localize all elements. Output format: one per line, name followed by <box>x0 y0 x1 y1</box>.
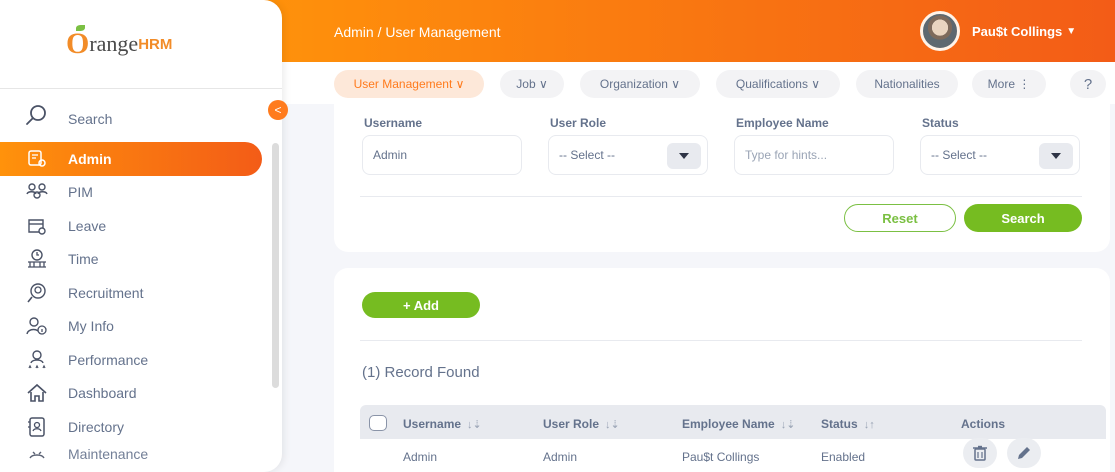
search-icon <box>24 102 50 128</box>
column-label: Employee Name <box>682 417 775 431</box>
column-status[interactable]: Status ↓↑ <box>821 417 875 431</box>
user-dropdown[interactable]: Pau$t Collings ▼ <box>920 8 1104 54</box>
maintenance-icon <box>26 444 48 464</box>
sidebar: O range HRM Search Admin PIM Leave Time … <box>0 0 282 472</box>
sidebar-divider <box>0 88 282 89</box>
leave-icon <box>26 215 48 237</box>
select-all-checkbox[interactable] <box>369 415 387 431</box>
cell-employee-name: Pau$t Collings <box>682 450 760 464</box>
edit-button[interactable] <box>1007 438 1041 468</box>
sidebar-search[interactable]: Search <box>0 96 282 134</box>
caret-down-icon: ▼ <box>1066 25 1077 37</box>
column-username[interactable]: Username ↓⇣ <box>403 417 482 431</box>
status-label: Status <box>922 116 959 130</box>
performance-icon <box>26 349 48 371</box>
time-icon <box>26 248 48 270</box>
sidebar-item-leave[interactable]: Leave <box>0 209 282 243</box>
sidebar-item-directory[interactable]: Directory <box>0 410 282 444</box>
orangehrm-logo[interactable]: O range HRM <box>0 0 282 88</box>
column-employee-name[interactable]: Employee Name ↓⇣ <box>682 417 795 431</box>
sidebar-item-pim[interactable]: PIM <box>0 176 282 210</box>
pencil-icon <box>1018 447 1030 459</box>
tab-more[interactable]: More ⋮ <box>972 70 1046 98</box>
sidebar-item-label: Admin <box>68 150 112 167</box>
cell-status: Enabled <box>821 450 866 464</box>
records-found: (1) Record Found <box>362 364 480 381</box>
username-label: Username <box>364 116 423 130</box>
logo-hrm: HRM <box>138 35 173 53</box>
sidebar-item-label: Dashboard <box>68 385 137 402</box>
pim-icon <box>26 181 48 203</box>
column-label: Status <box>821 417 858 431</box>
sidebar-item-dashboard[interactable]: Dashboard <box>0 377 282 411</box>
user-role-value: -- Select -- <box>559 148 616 162</box>
employee-name-label: Employee Name <box>736 116 829 130</box>
recruitment-icon <box>26 282 48 304</box>
sidebar-item-label: Maintenance <box>68 445 149 462</box>
logo-o: O <box>66 25 90 60</box>
sidebar-item-label: PIM <box>68 184 93 201</box>
sidebar-item-performance[interactable]: Performance <box>0 343 282 377</box>
sidebar-item-label: Time <box>68 251 99 268</box>
sidebar-item-my-info[interactable]: My Info <box>0 310 282 344</box>
sort-icon[interactable]: ↓⇣ <box>781 419 796 431</box>
sidebar-item-time[interactable]: Time <box>0 243 282 277</box>
help-button[interactable]: ? <box>1070 70 1106 98</box>
status-value: -- Select -- <box>931 148 988 162</box>
column-label: Username <box>403 417 462 431</box>
sidebar-item-label: My Info <box>68 318 114 335</box>
breadcrumb: Admin / User Management <box>334 24 501 40</box>
sidebar-item-maintenance[interactable]: Maintenance <box>0 444 282 464</box>
sidebar-item-recruitment[interactable]: Recruitment <box>0 276 282 310</box>
tab-job[interactable]: Job ∨ <box>500 70 564 98</box>
filter-divider <box>360 196 1082 197</box>
username-input[interactable]: Admin <box>362 135 522 175</box>
admin-icon <box>26 148 48 170</box>
directory-icon <box>26 416 48 438</box>
column-label: User Role <box>543 417 600 431</box>
results-divider <box>360 340 1082 341</box>
user-name: Pau$t Collings <box>972 23 1063 39</box>
tab-user-management[interactable]: User Management ∨ <box>334 70 484 98</box>
delete-button[interactable] <box>963 438 997 468</box>
sidebar-item-label: Performance <box>68 351 149 368</box>
sidebar-item-admin[interactable]: Admin <box>0 142 262 176</box>
dashboard-icon <box>26 382 48 404</box>
dropdown-arrow-icon[interactable] <box>1039 143 1073 169</box>
my-info-icon <box>26 315 48 337</box>
sort-icon[interactable]: ↓⇣ <box>467 419 482 431</box>
logo-text: range <box>89 31 139 56</box>
dropdown-arrow-icon[interactable] <box>667 143 701 169</box>
tab-nationalities[interactable]: Nationalities <box>856 70 958 98</box>
status-select[interactable]: -- Select -- <box>920 135 1080 175</box>
cell-user-role: Admin <box>543 450 578 464</box>
sort-icon[interactable]: ↓⇣ <box>605 419 620 431</box>
cell-username: Admin <box>403 450 438 464</box>
avatar <box>920 11 960 51</box>
sidebar-item-label: Leave <box>68 217 107 234</box>
sidebar-item-label: Directory <box>68 418 125 435</box>
column-user-role[interactable]: User Role ↓⇣ <box>543 417 620 431</box>
search-button[interactable]: Search <box>964 204 1082 232</box>
employee-name-input[interactable]: Type for hints... <box>734 135 894 175</box>
sidebar-item-label: Recruitment <box>68 284 144 301</box>
sidebar-menu: Admin PIM Leave Time Recruitment My Info… <box>0 142 282 464</box>
tab-qualifications[interactable]: Qualifications ∨ <box>716 70 840 98</box>
sidebar-search-label: Search <box>68 111 113 127</box>
sidebar-collapse-button[interactable]: < <box>268 100 288 120</box>
user-role-label: User Role <box>550 116 607 130</box>
sort-icon[interactable]: ↓↑ <box>864 419 875 431</box>
reset-button[interactable]: Reset <box>844 204 956 232</box>
user-role-select[interactable]: -- Select -- <box>548 135 708 175</box>
tab-organization[interactable]: Organization ∨ <box>580 70 700 98</box>
column-actions: Actions <box>961 417 1006 431</box>
trash-icon <box>973 445 987 461</box>
add-button[interactable]: + Add <box>362 292 480 318</box>
sidebar-scrollbar[interactable] <box>272 143 279 388</box>
